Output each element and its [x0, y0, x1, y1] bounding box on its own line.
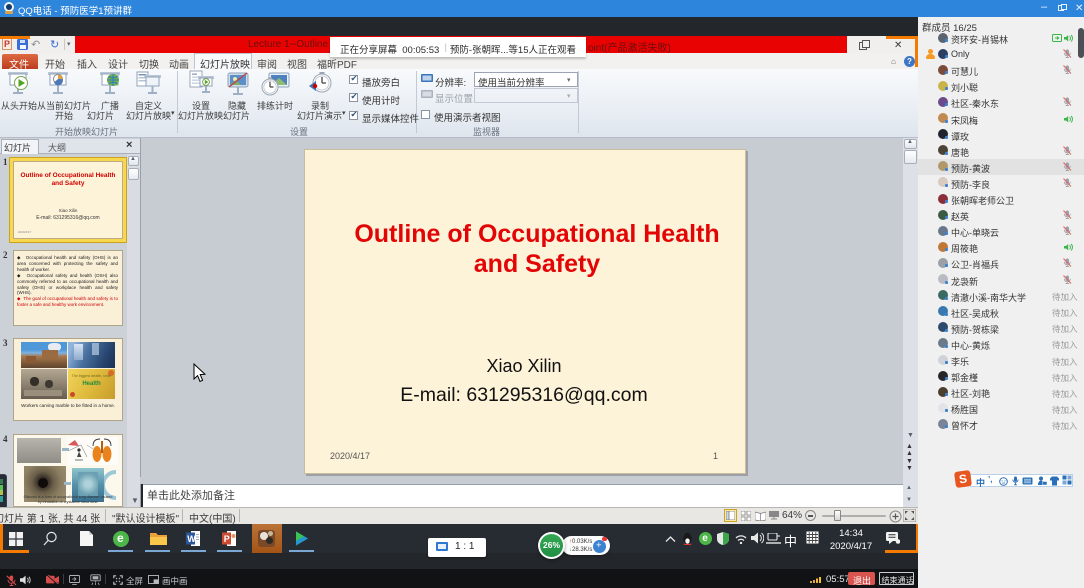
svg-text:W: W — [187, 534, 196, 544]
svg-text:P: P — [224, 534, 230, 544]
